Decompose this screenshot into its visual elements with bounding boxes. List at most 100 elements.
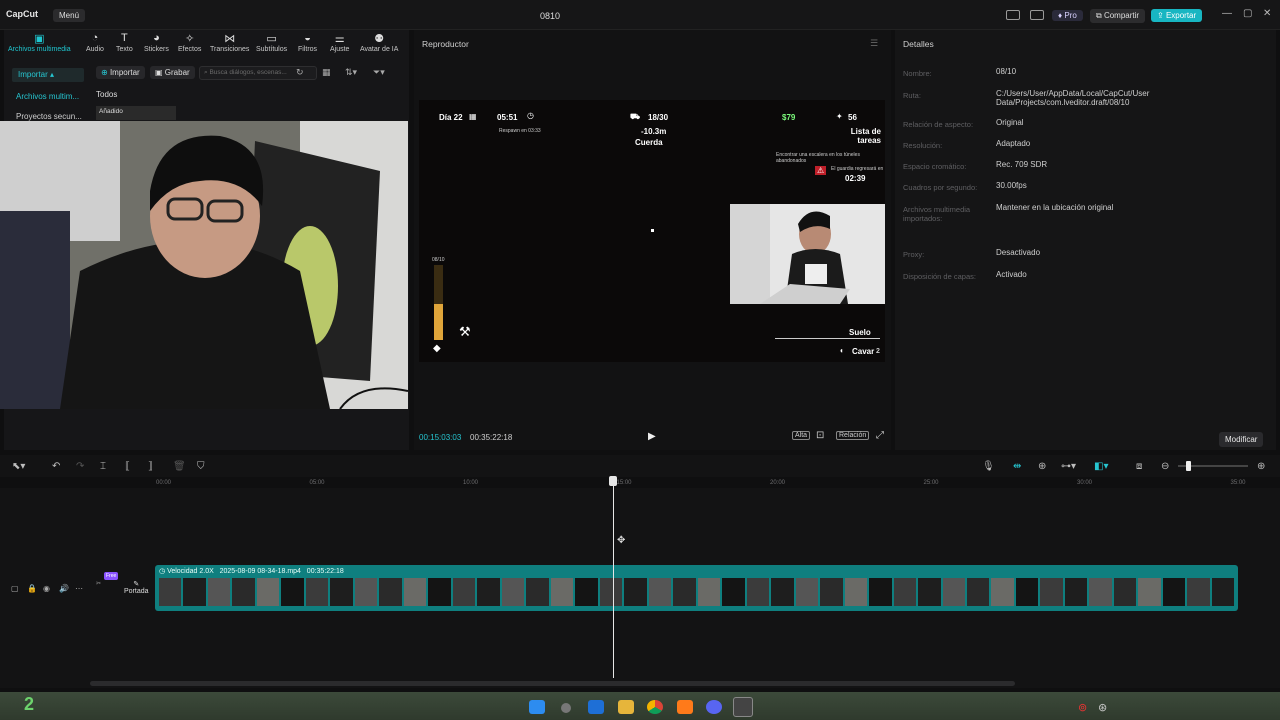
clip-frame: [746, 578, 770, 606]
recut-icon[interactable]: ✂: [96, 580, 101, 587]
hud-alert-time: 02:39: [845, 174, 866, 183]
title-bar: CapCut Menú 0810 ♦ Pro ⧉ Compartir ⇪ Exp…: [0, 0, 1280, 30]
ratio-button[interactable]: Relación: [836, 431, 870, 440]
tab-transition[interactable]: ⋈ Transiciones: [210, 32, 249, 53]
tab-text[interactable]: T Texto: [116, 32, 133, 53]
zoom-in-icon[interactable]: ⊕: [1257, 461, 1265, 472]
preview-axis-icon[interactable]: ◧▾: [1094, 461, 1108, 472]
trim-right-icon[interactable]: ⟧: [148, 461, 153, 472]
filter-all[interactable]: Todos: [96, 90, 117, 99]
clip-frame: [1089, 578, 1112, 606]
gem-icon: ♦: [1058, 11, 1063, 20]
share-button[interactable]: ⧉ Compartir: [1090, 9, 1146, 23]
detail-label: Cuadros por segundo:: [903, 183, 978, 192]
lock-icon[interactable]: 🔒: [27, 584, 37, 593]
chrome-icon[interactable]: [647, 700, 663, 714]
clip-frame: [1138, 578, 1161, 606]
detail-label: Nombre:: [903, 69, 932, 78]
tab-media[interactable]: ▣ Archivos multimedia: [8, 32, 71, 53]
alert-icon: ⚠: [815, 166, 827, 175]
zoom-slider[interactable]: [1178, 461, 1248, 471]
windows-start-icon[interactable]: [529, 700, 545, 714]
tab-subtitle[interactable]: ▭ Subtítulos: [256, 32, 287, 53]
fit-icon[interactable]: ⊡: [816, 430, 824, 441]
filter-icon[interactable]: ⏷▾: [373, 67, 385, 78]
detail-label: Resolución:: [903, 141, 943, 150]
subtitle-icon: ▭: [266, 33, 277, 45]
sort-icon[interactable]: ⇅▾: [345, 67, 357, 78]
eye-icon[interactable]: ◉: [43, 584, 50, 593]
video-clip[interactable]: ◷ Velocidad 2.0X 2025-08-09 08-34-18.mp4…: [155, 565, 1238, 611]
clip-frame: [477, 578, 500, 606]
undo-icon[interactable]: ↶: [52, 461, 60, 472]
grid-view-icon[interactable]: ▦: [322, 67, 331, 78]
record-button[interactable]: ▣ Grabar: [150, 66, 195, 79]
move-cursor-icon: ✥: [617, 535, 626, 546]
record-tray-icon[interactable]: ⊚: [1078, 701, 1087, 714]
clip-frame: [648, 578, 672, 606]
minimize-icon[interactable]: —: [1222, 8, 1232, 19]
delete-icon[interactable]: 🗑: [173, 461, 186, 472]
refresh-icon[interactable]: ↻: [296, 67, 304, 78]
menu-button[interactable]: Menú: [53, 9, 86, 22]
clip-frame: [1211, 578, 1235, 606]
tab-filter[interactable]: ◒ Filtros: [298, 32, 317, 53]
media-thumbnail[interactable]: Añadido: [96, 106, 176, 120]
shield-icon[interactable]: ⛉: [197, 461, 205, 472]
clip-frame: [599, 578, 623, 606]
cover-button[interactable]: ✎ Portada: [124, 580, 149, 595]
modify-button[interactable]: Modificar: [1219, 432, 1264, 447]
timeline-scrollbar[interactable]: [90, 681, 1015, 686]
free-badge: Free: [104, 572, 119, 580]
redo-icon[interactable]: ↷: [76, 461, 84, 472]
import-button[interactable]: ⊕ Importar: [96, 66, 145, 79]
store-icon[interactable]: [588, 700, 604, 714]
close-icon[interactable]: ✕: [1263, 8, 1271, 19]
tab-effects[interactable]: ✧ Efectos: [178, 32, 201, 53]
track-checkbox-icon[interactable]: ▢: [11, 584, 19, 593]
zoom-out-icon[interactable]: ⊖: [1161, 461, 1169, 472]
capcut-taskbar-icon[interactable]: [733, 697, 753, 717]
fullscreen-icon[interactable]: ⤢: [876, 430, 884, 441]
ruler-tick: 10:00: [463, 480, 479, 486]
tab-audio[interactable]: ◔ Audio: [86, 32, 104, 53]
speaker-icon[interactable]: 🔊: [59, 584, 69, 593]
monitor-icon[interactable]: [1030, 10, 1044, 20]
mic-icon[interactable]: 🎙: [982, 461, 995, 472]
chain-icon[interactable]: ⊶▾: [1061, 461, 1076, 472]
detail-label: Archivos multimedia importados:: [903, 205, 971, 223]
app-orange-icon[interactable]: [677, 700, 693, 714]
playhead[interactable]: [613, 478, 614, 678]
select-tool-icon[interactable]: ⬉▾: [12, 461, 25, 472]
quality-icon[interactable]: Alta: [792, 431, 811, 440]
layout-icon[interactable]: [1006, 10, 1020, 20]
sidebar-item-media[interactable]: Archivos multim...: [16, 92, 79, 101]
trim-left-icon[interactable]: ⟦: [125, 461, 130, 472]
play-icon[interactable]: ▶: [648, 431, 656, 442]
tray-icon[interactable]: ⊛: [1098, 701, 1107, 714]
link-icon[interactable]: ⇹: [1013, 461, 1021, 472]
sidebar-import[interactable]: Importar ▴: [12, 68, 84, 82]
pro-button[interactable]: ♦ Pro: [1052, 10, 1083, 21]
tab-adjust[interactable]: ⚌ Ajuste: [330, 32, 349, 53]
maximize-icon[interactable]: ▢: [1243, 8, 1252, 19]
timeline-toolbar: [0, 455, 1280, 477]
tab-ai-avatar[interactable]: ⚉ Avatar de IA: [360, 32, 398, 53]
sidebar-item-subprojects[interactable]: Proyectos secun...: [16, 112, 82, 121]
playhead-handle[interactable]: [609, 476, 617, 486]
zoom-slider-handle[interactable]: [1186, 461, 1191, 471]
tab-label: Efectos: [178, 46, 202, 53]
search-icon[interactable]: [561, 703, 571, 713]
caption-icon[interactable]: ⧈: [1136, 461, 1142, 472]
split-icon[interactable]: ⌶: [100, 461, 106, 472]
tab-sticker[interactable]: ◕ Stickers: [144, 32, 169, 53]
timeline-ruler[interactable]: 00:00 05:00 10:00 15:00 20:00 25:00 30:00 35:00: [90, 476, 1280, 488]
clip-frame: [232, 578, 255, 606]
ruler-tick: 30:00: [1077, 480, 1093, 486]
more-icon[interactable]: ⋯: [75, 584, 83, 593]
folder-icon[interactable]: [618, 700, 634, 714]
discord-icon[interactable]: [706, 700, 722, 714]
player-menu-icon[interactable]: ☰: [870, 38, 878, 49]
export-button[interactable]: ⇪ Exportar: [1151, 9, 1203, 22]
magnet-icon[interactable]: ⊕: [1038, 461, 1046, 472]
